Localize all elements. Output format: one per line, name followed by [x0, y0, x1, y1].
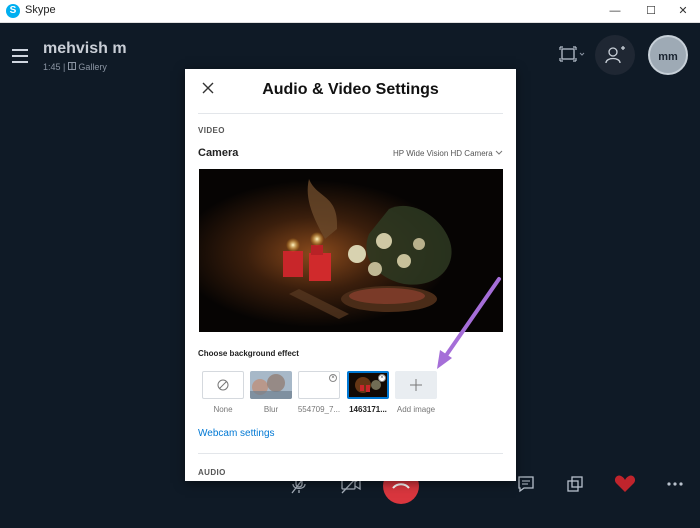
annotation-arrow-icon	[437, 277, 501, 369]
